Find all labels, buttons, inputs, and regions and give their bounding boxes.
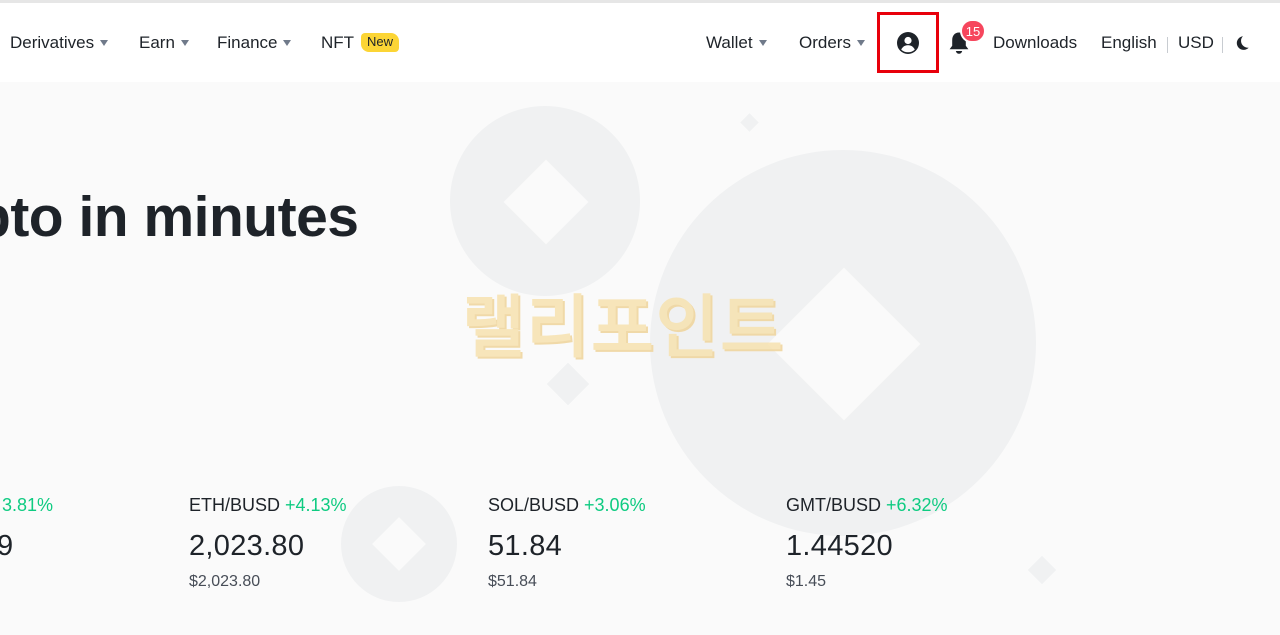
divider <box>1167 37 1168 53</box>
ticker-pair-row: SOL/BUSD +3.06% <box>488 495 646 516</box>
nav-finance-label: Finance <box>217 32 278 52</box>
ticker-change: 3.81% <box>2 495 54 515</box>
chevron-down-icon <box>283 40 292 46</box>
nav-orders-label: Orders <box>799 32 851 52</box>
ticker-pair-row: 3.81% <box>0 495 53 516</box>
chevron-down-icon <box>758 40 767 46</box>
nav-orders[interactable]: Orders <box>799 3 865 82</box>
moon-icon <box>1236 36 1249 50</box>
nav-downloads[interactable]: Downloads <box>993 3 1077 82</box>
ticker-usd: $51.84 <box>488 573 537 590</box>
nav-finance[interactable]: Finance <box>217 3 292 82</box>
nav-derivatives-label: Derivatives <box>10 32 95 52</box>
ticker-pair-row: ETH/BUSD +4.13% <box>189 495 347 516</box>
ticker-card[interactable]: 3.81% 9 <box>0 495 53 573</box>
top-navbar: Derivatives Earn Finance NFT New Wallet … <box>0 3 1280 82</box>
ticker-pair: SOL/BUSD <box>488 495 580 515</box>
chevron-down-icon <box>100 40 109 46</box>
nav-wallet-label: Wallet <box>706 32 753 52</box>
ticker-pair-row: GMT/BUSD +6.32% <box>786 495 948 516</box>
chevron-down-icon <box>180 40 189 46</box>
nav-derivatives[interactable]: Derivatives <box>10 3 109 82</box>
nav-currency-label: USD <box>1178 32 1214 52</box>
nav-nft[interactable]: NFT New <box>321 3 400 82</box>
ticker-price: 1.44520 <box>786 530 893 562</box>
ticker-change: +4.13% <box>285 495 347 515</box>
watermark-logo: 랠리포인트 <box>462 290 785 366</box>
nav-currency[interactable]: USD <box>1178 3 1214 82</box>
ticker-price: 2,023.80 <box>189 530 305 562</box>
ticker-card[interactable]: SOL/BUSD +3.06% 51.84 $51.84 <box>488 495 646 591</box>
chevron-down-icon <box>856 40 865 46</box>
ticker-usd: $2,023.80 <box>189 573 261 590</box>
decor-dot-top <box>740 113 759 132</box>
ticker-change: +3.06% <box>584 495 646 515</box>
divider <box>1222 37 1223 53</box>
theme-toggle-button[interactable] <box>1232 31 1254 55</box>
ticker-price: 51.84 <box>488 530 563 562</box>
decor-dot-right <box>1027 555 1057 585</box>
nav-nft-label: NFT <box>321 32 355 52</box>
nav-wallet[interactable]: Wallet <box>706 3 767 82</box>
ticker-usd: $1.45 <box>786 573 827 590</box>
nav-earn-label: Earn <box>139 32 175 52</box>
notification-count-badge: 15 <box>960 19 986 43</box>
ticker-card[interactable]: GMT/BUSD +6.32% 1.44520 $1.45 <box>786 495 948 591</box>
ticker-price: 9 <box>0 530 14 562</box>
ticker-change: +6.32% <box>886 495 948 515</box>
nav-language[interactable]: English <box>1101 3 1157 82</box>
highlight-annotation <box>877 12 939 73</box>
nav-language-label: English <box>1101 32 1157 52</box>
nav-earn[interactable]: Earn <box>139 3 189 82</box>
ticker-card[interactable]: ETH/BUSD +4.13% 2,023.80 $2,023.80 <box>189 495 347 591</box>
hero-title: pto in minutes <box>0 185 359 249</box>
nav-downloads-label: Downloads <box>993 32 1078 52</box>
new-badge: New <box>361 33 400 52</box>
ticker-pair: GMT/BUSD <box>786 495 882 515</box>
ticker-pair: ETH/BUSD <box>189 495 281 515</box>
